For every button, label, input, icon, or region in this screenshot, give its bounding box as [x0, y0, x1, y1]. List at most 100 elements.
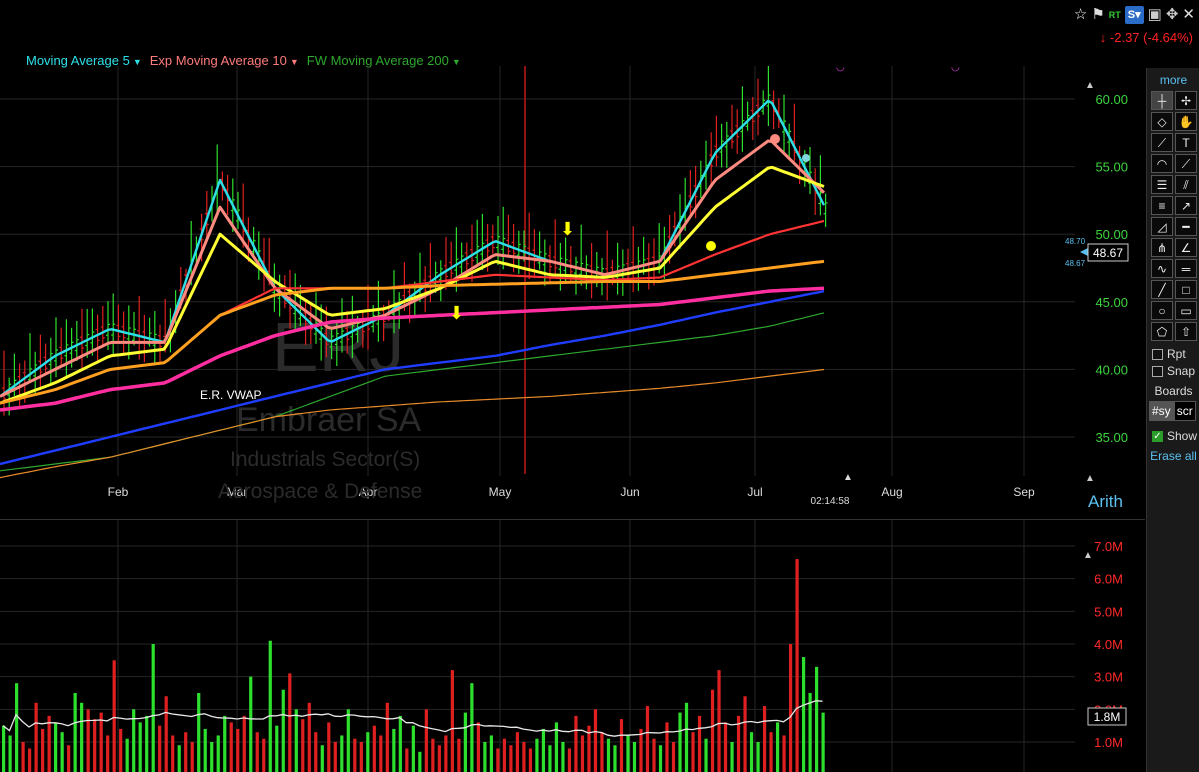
more-link[interactable]: more	[1147, 73, 1199, 87]
pentagon-tool-icon[interactable]: ⬠	[1151, 322, 1173, 341]
circle-tool-icon[interactable]: ○	[1151, 301, 1173, 320]
y-tick-label: 6.0M	[1094, 572, 1123, 587]
erase-all-button[interactable]: Erase all	[1147, 449, 1199, 463]
x-tick-label: Jun	[620, 485, 639, 499]
volume-bar	[47, 715, 51, 772]
boards-label: Boards	[1154, 384, 1193, 398]
square-tool-icon[interactable]: □	[1175, 280, 1197, 299]
volume-bar	[151, 644, 155, 772]
volume-bar	[723, 722, 728, 772]
fib-tool-icon[interactable]: ≡	[1151, 196, 1173, 215]
ray-tool-icon[interactable]: ↗	[1175, 196, 1197, 215]
volume-bar	[138, 722, 142, 772]
close-icon[interactable]: ✕	[1182, 6, 1195, 24]
hand-tool-icon[interactable]: ✋	[1175, 112, 1197, 131]
tab-symbol[interactable]: #sy	[1149, 401, 1174, 421]
x-tick-label: Feb	[108, 485, 129, 499]
realtime-icon[interactable]: RT	[1109, 6, 1121, 24]
hgrid-tool-icon[interactable]: ☰	[1151, 175, 1173, 194]
volume-bar	[632, 742, 637, 772]
x-tick-label: Aug	[881, 485, 902, 499]
volume-bar	[392, 728, 396, 772]
volume-bar	[626, 735, 630, 772]
price-label-lower: 48.67	[1065, 259, 1086, 268]
show-label: Show	[1167, 429, 1198, 443]
s-icon[interactable]: S▾	[1124, 6, 1144, 24]
pitchfork-tool-icon[interactable]: ⋔	[1151, 238, 1173, 257]
up-arrow-icon: ▲	[1083, 550, 1093, 561]
line-tool-icon[interactable]: ⟋	[1151, 133, 1173, 152]
arc-tool-icon[interactable]: ◠	[1151, 154, 1173, 173]
flag-icon[interactable]: ⚑	[1091, 6, 1104, 24]
angle-tool-icon[interactable]: ∠	[1175, 238, 1197, 257]
volume-bar	[346, 709, 350, 772]
volume-bar	[535, 738, 539, 772]
volume-bar	[216, 735, 220, 772]
volume-bar	[379, 735, 383, 772]
volume-bar	[496, 748, 500, 772]
current-price: 48.67	[1093, 246, 1123, 260]
volume-bar	[671, 742, 676, 772]
volume-bar	[158, 725, 162, 772]
volume-bar	[223, 715, 227, 772]
star-icon[interactable]: ☆	[1074, 6, 1087, 24]
volume-bar	[203, 728, 207, 772]
slope-tool-icon[interactable]: ╱	[1151, 280, 1173, 299]
volume-bar	[307, 702, 311, 772]
volume-bar	[808, 693, 812, 772]
rect-tool-icon[interactable]: ▭	[1175, 301, 1197, 320]
hline-tool-icon[interactable]: ═	[1175, 259, 1197, 278]
volume-bar	[678, 712, 682, 772]
move-icon[interactable]: ✥	[1166, 6, 1179, 24]
volume-bar	[340, 735, 344, 772]
price-pointer-icon	[1080, 248, 1088, 256]
volume-bar	[476, 722, 480, 772]
volume-bar	[333, 742, 337, 772]
volume-bar	[73, 693, 77, 772]
rpt-label: Rpt	[1167, 347, 1186, 361]
volume-bar	[483, 742, 487, 772]
volume-bar	[450, 670, 454, 772]
eraser-tool-icon[interactable]: ◇	[1151, 112, 1173, 131]
y-tick-label: 40.00	[1095, 362, 1128, 377]
text-tool-icon[interactable]: T	[1175, 133, 1197, 152]
snap-checkbox[interactable]: Snap	[1152, 364, 1199, 378]
volume-bar	[652, 738, 656, 772]
scale-mode-label[interactable]: Arith	[1088, 492, 1123, 512]
volume-bar	[15, 683, 19, 772]
price-label-upper: 48.70	[1065, 237, 1086, 246]
volume-bar	[99, 712, 103, 772]
channel-tool-icon[interactable]: ⫽	[1175, 175, 1197, 194]
checkbox-icon	[1152, 365, 1163, 377]
rpt-checkbox[interactable]: Rpt	[1152, 347, 1199, 361]
volume-bar	[762, 706, 767, 772]
volume-bar	[528, 748, 533, 772]
save-icon[interactable]: ▣	[1148, 6, 1162, 24]
show-checkbox[interactable]: ✓ Show	[1152, 429, 1199, 443]
crosshair-tool-icon[interactable]: ┼	[1151, 91, 1173, 110]
volume-bar	[801, 657, 806, 772]
volume-bar	[190, 742, 194, 772]
volume-chart[interactable]: 1.0M2.0M3.0M4.0M5.0M6.0M7.0M▲1.8M	[0, 520, 1145, 772]
volume-bar	[93, 719, 97, 772]
chevron-down-icon: ▼	[289, 56, 299, 67]
fan-tool-icon[interactable]: ⟋	[1175, 154, 1197, 173]
triangle-tool-icon[interactable]: ◿	[1151, 217, 1173, 236]
cursor-tool-icon[interactable]: ✢	[1175, 91, 1197, 110]
volume-bar	[548, 745, 552, 772]
volume-bar	[119, 728, 123, 772]
dash-tool-icon[interactable]: ━	[1175, 217, 1197, 236]
y-tick-label: 7.0M	[1094, 539, 1123, 554]
volume-bar	[281, 689, 285, 772]
volume-bar	[288, 673, 292, 772]
arrow-tool-icon[interactable]: ⇧	[1175, 322, 1197, 341]
sine-tool-icon[interactable]: ∿	[1151, 259, 1173, 278]
volume-bar	[561, 742, 565, 772]
price-chart[interactable]: Feb Mar Apr May Jun Jul Aug Sep35.0040.0045.005…	[0, 66, 1145, 506]
clock-label: 02:14:58	[811, 496, 850, 506]
marker-icon: ◡	[836, 66, 845, 73]
volume-bar	[405, 748, 409, 772]
chevron-down-icon: ▼	[132, 56, 142, 67]
volume-bar	[177, 745, 181, 772]
tab-screen[interactable]: scr	[1173, 401, 1196, 421]
